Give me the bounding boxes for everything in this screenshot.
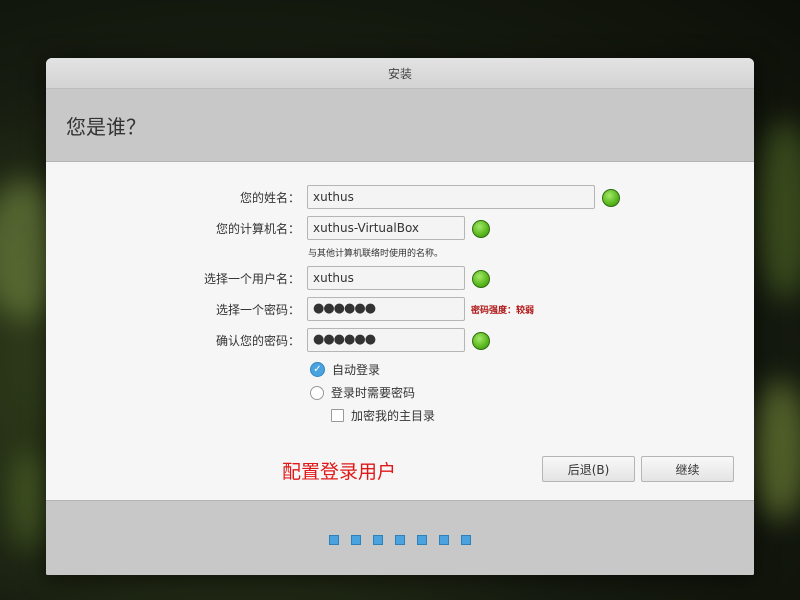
encrypt-home-option[interactable]: 加密我的主目录	[331, 407, 435, 424]
require-password-option[interactable]: 登录时需要密码	[310, 384, 415, 401]
progress-steps	[329, 534, 471, 545]
installer-window: 安装 您是谁？ 您的姓名： xuthus 您的计算机名： xuthus-Virt…	[46, 58, 754, 575]
computer-name-input[interactable]: xuthus-VirtualBox	[307, 216, 465, 240]
auto-login-label: 自动登录	[332, 363, 381, 377]
progress-step	[461, 534, 471, 545]
continue-button[interactable]: 继续	[641, 456, 734, 482]
confirm-password-input[interactable]: ●●●●●●	[307, 328, 465, 352]
name-input[interactable]: xuthus	[307, 185, 595, 209]
username-input[interactable]: xuthus	[307, 266, 465, 290]
check-icon: ✓	[310, 362, 325, 377]
computer-name-hint: 与其他计算机联络时使用的名称。	[308, 249, 444, 259]
username-valid-icon	[472, 270, 490, 288]
progress-step	[395, 534, 405, 545]
require-password-label: 登录时需要密码	[331, 386, 416, 400]
encrypt-home-label: 加密我的主目录	[351, 409, 436, 423]
page-header: 您是谁？	[46, 89, 754, 162]
section-annotation: 配置登录用户	[282, 461, 397, 483]
window-titlebar[interactable]: 安装	[46, 58, 754, 89]
checkbox-icon	[331, 409, 344, 422]
progress-step	[329, 534, 339, 545]
password-label: 选择一个密码：	[215, 303, 300, 317]
name-label: 您的姓名：	[239, 191, 300, 205]
password-strength: 密码强度：较弱	[471, 306, 535, 316]
back-button[interactable]: 后退(B)	[542, 456, 635, 482]
name-valid-icon	[602, 189, 620, 207]
user-form: 您的姓名： xuthus 您的计算机名： xuthus-VirtualBox 与…	[46, 162, 754, 502]
computer-name-label: 您的计算机名：	[215, 222, 300, 236]
username-label: 选择一个用户名：	[203, 272, 300, 286]
progress-step	[417, 534, 427, 545]
progress-step	[373, 534, 383, 545]
window-title: 安装	[387, 66, 412, 81]
progress-footer	[46, 500, 754, 575]
progress-step	[351, 534, 361, 545]
page-title: 您是谁？	[66, 114, 146, 139]
computer-name-valid-icon	[472, 220, 490, 238]
auto-login-option[interactable]: ✓ 自动登录	[310, 361, 380, 378]
password-input[interactable]: ●●●●●●	[307, 297, 465, 321]
radio-icon	[310, 385, 324, 400]
confirm-password-label: 确认您的密码：	[215, 334, 300, 348]
progress-step	[439, 534, 449, 545]
confirm-password-valid-icon	[472, 332, 490, 350]
